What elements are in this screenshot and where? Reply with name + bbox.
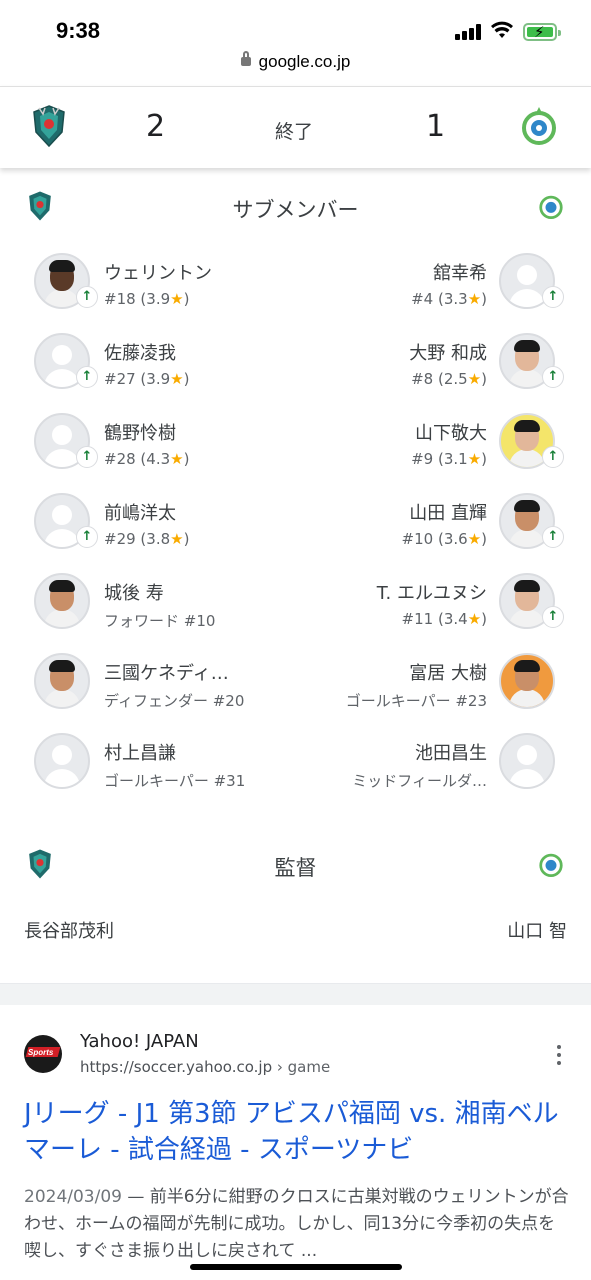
away-player-name[interactable]: 大野 和成 (409, 339, 487, 365)
manager-title: 監督 (274, 856, 317, 880)
away-player-meta: #9 (3.1★) (411, 450, 487, 468)
away-player-name[interactable]: 山下敬大 (415, 419, 487, 445)
substitution-in-icon: ↑ (542, 446, 564, 468)
sub-player-row: 村上昌謙ゴールキーパー #31 池田昌生ミッドフィールダ… (0, 733, 591, 813)
rating-star-icon: ★) (467, 370, 487, 388)
away-player-name[interactable]: T. エルユヌシ (377, 579, 487, 605)
away-player-meta: #10 (3.6★) (401, 530, 487, 548)
match-status: 終了 (275, 121, 314, 143)
more-options-icon[interactable] (556, 1045, 562, 1067)
away-player-meta: ミッドフィールダ… (352, 772, 487, 790)
address-bar[interactable]: google.co.jp (0, 51, 591, 72)
home-player-meta: #28 (4.3★) (104, 450, 190, 468)
home-team-crest-icon[interactable] (31, 104, 67, 148)
rating-star-icon: ★) (170, 530, 190, 548)
lock-icon (240, 51, 251, 66)
sub-player-row: 三國ケネディ… ディフェンダー #20 富居 大樹ゴールキーパー #23 (0, 653, 591, 733)
home-player-meta: フォワード #10 (104, 612, 216, 630)
away-player-name[interactable]: 舘幸希 (433, 259, 487, 285)
player-avatar-placeholder-icon[interactable] (34, 733, 90, 789)
home-manager[interactable]: 長谷部茂利 (24, 917, 114, 943)
home-player-name[interactable]: 前嶋洋太 (104, 499, 176, 525)
home-player-name[interactable]: 鶴野怜樹 (104, 419, 176, 445)
site-favicon-icon[interactable]: Sports (24, 1035, 62, 1073)
result-title-link[interactable]: Jリーグ - J1 第3節 アビスパ福岡 vs. 湘南ベルマーレ - 試合経過 … (24, 1096, 572, 1168)
away-team-crest-icon (539, 195, 563, 219)
home-player-name[interactable]: 佐藤凌我 (104, 339, 176, 365)
away-player-name[interactable]: 池田昌生 (415, 739, 487, 765)
wifi-icon (491, 21, 513, 38)
sub-player-row: ↑ 前嶋洋太 #29 (3.8★) ↑ 山田 直輝 #10 (3.6★) (0, 493, 591, 573)
home-player-name[interactable]: 三國ケネディ… (104, 659, 229, 685)
home-player-name[interactable]: 村上昌謙 (104, 739, 176, 765)
home-player-name[interactable]: ウェリントン (104, 259, 212, 285)
away-player-name[interactable]: 山田 直輝 (409, 499, 487, 525)
home-player-name[interactable]: 城後 寿 (104, 579, 164, 605)
home-indicator[interactable] (190, 1264, 402, 1270)
substitution-in-icon: ↑ (542, 366, 564, 388)
away-player-meta: #4 (3.3★) (411, 290, 487, 308)
home-player-meta: #18 (3.9★) (104, 290, 190, 308)
subs-section-header: サブメンバー (0, 188, 591, 228)
status-bar: 9:38 ⚡ (0, 0, 591, 50)
sub-player-row: ↑ ウェリントン #18 (3.9★) ↑ 舘幸希 #4 (3.3★) (0, 253, 591, 333)
sub-player-row: ↑ 鶴野怜樹 #28 (4.3★) ↑ 山下敬大 #9 (3.1★) (0, 413, 591, 493)
sub-player-row: ↑ 佐藤凌我 #27 (3.9★) ↑ 大野 和成 #8 (2.5★) (0, 333, 591, 413)
away-score: 1 (426, 109, 446, 144)
away-player-meta: #11 (3.4★) (401, 610, 487, 628)
substitution-in-icon: ↑ (76, 526, 98, 548)
player-photo[interactable] (34, 653, 90, 709)
home-score: 2 (146, 109, 166, 144)
rating-star-icon: ★) (467, 610, 487, 628)
away-team-crest-icon (539, 853, 563, 877)
clock: 9:38 (56, 18, 101, 43)
substitution-in-icon: ↑ (542, 286, 564, 308)
result-url[interactable]: https://soccer.yahoo.co.jp › game (80, 1058, 330, 1076)
rating-star-icon: ★) (467, 530, 487, 548)
player-photo[interactable] (499, 653, 555, 709)
player-avatar-placeholder-icon[interactable] (499, 733, 555, 789)
manager-section-header: 監督 (0, 846, 591, 886)
away-player-meta: ゴールキーパー #23 (345, 692, 487, 710)
substitution-in-icon: ↑ (542, 606, 564, 628)
substitution-in-icon: ↑ (542, 526, 564, 548)
substitution-in-icon: ↑ (76, 446, 98, 468)
subs-title: サブメンバー (232, 198, 359, 222)
rating-star-icon: ★) (170, 370, 190, 388)
url-text: google.co.jp (258, 52, 351, 71)
player-photo[interactable] (34, 573, 90, 629)
substitution-in-icon: ↑ (76, 366, 98, 388)
home-player-meta: #29 (3.8★) (104, 530, 190, 548)
home-player-meta: ディフェンダー #20 (104, 692, 245, 710)
away-manager[interactable]: 山口 智 (507, 917, 567, 943)
battery-icon: ⚡ (523, 23, 561, 41)
result-snippet: 2024/03/09 — 前半6分に紺野のクロスに古巣対戦のウェリントンが合わせ… (24, 1187, 569, 1261)
substitution-in-icon: ↑ (76, 286, 98, 308)
rating-star-icon: ★) (170, 290, 190, 308)
away-player-name[interactable]: 富居 大樹 (409, 659, 487, 685)
away-team-crest-icon[interactable] (520, 104, 558, 148)
match-score-header: 2 終了 1 (0, 86, 591, 168)
cellular-signal-icon (455, 24, 483, 40)
rating-star-icon: ★) (467, 450, 487, 468)
section-divider (0, 983, 591, 1005)
away-player-meta: #8 (2.5★) (411, 370, 487, 388)
home-player-meta: #27 (3.9★) (104, 370, 190, 388)
rating-star-icon: ★) (170, 450, 190, 468)
result-site-name[interactable]: Yahoo! JAPAN (80, 1031, 199, 1052)
rating-star-icon: ★) (467, 290, 487, 308)
home-player-meta: ゴールキーパー #31 (104, 772, 246, 790)
sub-player-row: 城後 寿フォワード #10 ↑ T. エルユヌシ #11 (3.4★) (0, 573, 591, 653)
